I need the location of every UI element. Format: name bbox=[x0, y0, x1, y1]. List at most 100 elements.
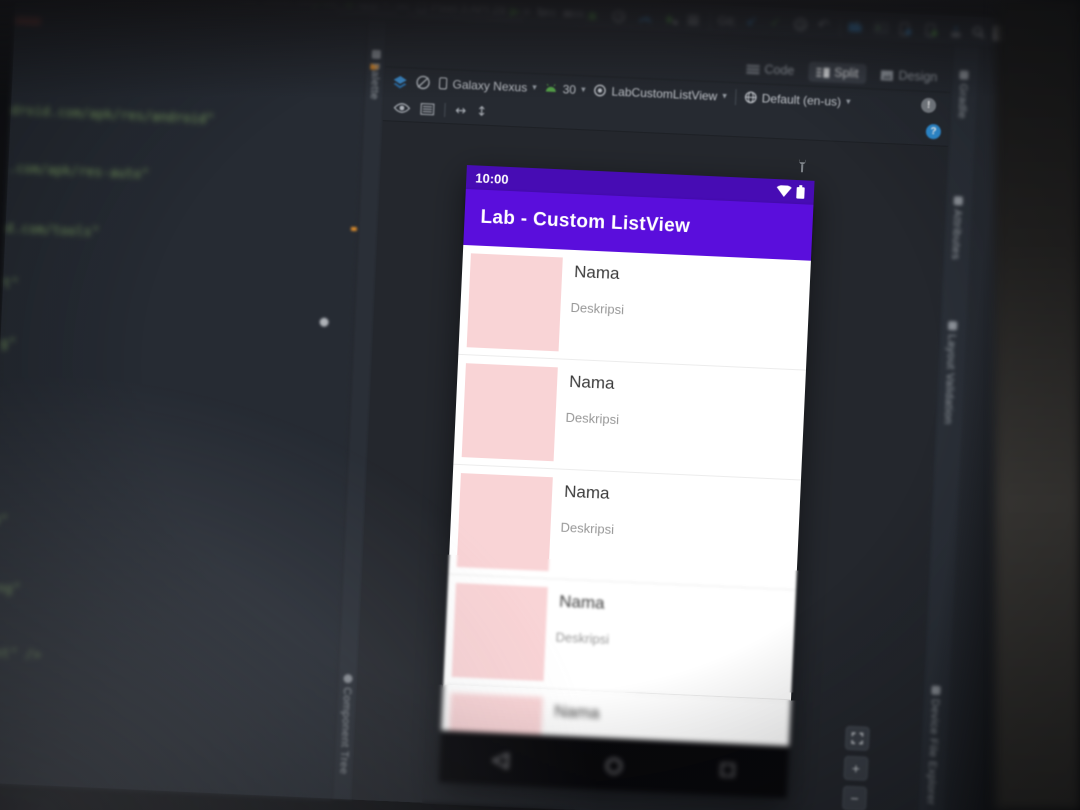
scrollbar-warning-mark bbox=[350, 226, 357, 232]
layout-preview-phone[interactable]: 10:00 Lab - Custom ListView Nama Deskrip… bbox=[438, 165, 815, 799]
chevron-down-icon: ▾ bbox=[382, 0, 388, 10]
run-button[interactable]: ▶ bbox=[509, 0, 521, 23]
chevron-down-icon: ▾ bbox=[580, 84, 586, 95]
apply-code-changes-icon[interactable]: ≡ bbox=[561, 1, 574, 25]
resize-vertical-icon[interactable]: ↕ bbox=[476, 104, 488, 119]
code-line: p" bbox=[0, 512, 9, 529]
tab-design[interactable]: Design bbox=[872, 64, 946, 87]
code-line: .com/apk/res-auto" bbox=[7, 161, 150, 183]
profile-avatar[interactable] bbox=[993, 21, 1010, 46]
device-dropdown[interactable]: Galaxy Nexus ▾ bbox=[438, 76, 537, 94]
tab-split-label: Split bbox=[833, 65, 859, 81]
project-structure-button[interactable] bbox=[847, 14, 863, 39]
editor-error-badge bbox=[14, 15, 42, 26]
api-level-label: 30 bbox=[562, 81, 577, 97]
code-editor[interactable]: droid.com/apk/res/android" .com/apk/res-… bbox=[0, 3, 368, 799]
code-line: ing" bbox=[0, 580, 21, 598]
git-update-button[interactable]: ↙ bbox=[745, 10, 758, 35]
item-thumbnail bbox=[451, 582, 548, 682]
running-devices-button[interactable] bbox=[925, 18, 938, 43]
code-tab-icon bbox=[746, 64, 760, 74]
help-badge[interactable]: ? bbox=[925, 123, 942, 140]
preview-listview: Nama Deskripsi Nama Deskripsi Nama Deskr… bbox=[441, 244, 811, 747]
locale-label: Default (en-us) bbox=[761, 90, 842, 109]
item-description: Deskripsi bbox=[560, 519, 615, 538]
item-thumbnail bbox=[466, 253, 563, 352]
toolbar-separator bbox=[839, 16, 842, 35]
theme-dropdown[interactable]: LabCustomListView ▾ bbox=[593, 83, 727, 103]
render-wrench-icon[interactable] bbox=[797, 158, 808, 174]
tab-code[interactable]: Code bbox=[738, 58, 803, 81]
view-options-eye-icon[interactable] bbox=[393, 102, 411, 115]
search-everywhere-button[interactable] bbox=[971, 20, 986, 45]
list-item: Nama Deskripsi bbox=[453, 354, 806, 481]
attach-debugger-button[interactable] bbox=[663, 6, 678, 31]
theme-label: LabCustomListView bbox=[611, 84, 718, 103]
item-description: Deskripsi bbox=[555, 629, 610, 647]
list-view-icon[interactable] bbox=[420, 103, 435, 116]
zoom-to-fit-button[interactable] bbox=[844, 725, 870, 751]
debug-button[interactable] bbox=[585, 2, 599, 27]
git-history-button[interactable] bbox=[793, 12, 808, 37]
tool-window-device-file-explorer[interactable]: Device File Explorer bbox=[924, 685, 941, 805]
target-device-dropdown[interactable]: Pixel 3 API 28 ▾ bbox=[407, 0, 525, 22]
surface-layers-icon[interactable] bbox=[392, 74, 408, 89]
tool-window-component-tree[interactable]: Component Tree bbox=[337, 673, 354, 775]
tab-design-label: Design bbox=[898, 68, 938, 85]
list-item: Nama Deskripsi bbox=[448, 464, 801, 591]
tab-split[interactable]: Split bbox=[807, 61, 867, 85]
profiler-gc-icon[interactable] bbox=[611, 3, 626, 28]
stop-button[interactable] bbox=[687, 7, 700, 31]
git-rollback-button[interactable]: ↶ bbox=[817, 13, 830, 38]
item-name: Nama bbox=[573, 262, 620, 284]
globe-icon bbox=[744, 91, 757, 104]
palette-icon bbox=[371, 49, 381, 59]
run-configuration-dropdown[interactable]: app ▾ bbox=[335, 0, 398, 16]
chevron-down-icon: ▾ bbox=[531, 82, 537, 93]
build-hammer-icon[interactable] bbox=[312, 0, 328, 15]
device-file-explorer-icon bbox=[930, 685, 941, 696]
apply-changes-icon[interactable]: ↻ bbox=[535, 0, 548, 25]
code-line: t" bbox=[2, 276, 20, 292]
item-name: Nama bbox=[563, 481, 610, 503]
device-dropdown-label: Galaxy Nexus bbox=[452, 76, 528, 95]
orientation-icon[interactable] bbox=[415, 75, 431, 91]
toolbar-separator bbox=[709, 10, 712, 29]
design-canvas[interactable]: 10:00 Lab - Custom ListView Nama Deskrip… bbox=[352, 120, 949, 810]
tab-code-label: Code bbox=[764, 62, 795, 78]
git-label: Git: bbox=[717, 13, 737, 29]
zoom-out-button[interactable]: − bbox=[842, 785, 868, 810]
tool-window-layout-validation[interactable]: Layout Validation bbox=[942, 321, 959, 425]
code-line: ent" /> bbox=[0, 645, 42, 664]
api-level-dropdown[interactable]: 30 ▾ bbox=[544, 81, 586, 97]
device-manager-button[interactable] bbox=[899, 17, 912, 42]
sdk-manager-button[interactable] bbox=[949, 19, 963, 44]
phone-icon bbox=[438, 77, 448, 90]
item-description: Deskripsi bbox=[570, 299, 625, 318]
list-item: Nama Deskripsi bbox=[458, 244, 811, 371]
item-thumbnail bbox=[456, 473, 553, 572]
git-commit-button[interactable]: ✓ bbox=[769, 11, 782, 36]
tool-window-attributes[interactable]: Attributes bbox=[949, 196, 964, 260]
chevron-down-icon: ▾ bbox=[845, 96, 851, 107]
canvas-zoom-controls: + − bbox=[842, 725, 870, 810]
terminal-button[interactable] bbox=[873, 15, 889, 40]
run-configuration-label: app bbox=[357, 0, 379, 11]
app-module-icon bbox=[344, 0, 354, 7]
layout-validation-icon bbox=[947, 321, 957, 331]
code-line: g" bbox=[0, 336, 17, 352]
component-tree-icon bbox=[342, 673, 353, 684]
design-pane: Code Split Design Galaxy Nexus ▾ 30 ▾ La… bbox=[352, 20, 953, 810]
tool-window-gradle[interactable]: Gradle bbox=[956, 70, 970, 119]
design-tab-icon bbox=[880, 69, 894, 81]
toolbar-separator bbox=[444, 102, 446, 117]
wifi-icon bbox=[776, 185, 792, 197]
profile-app-button[interactable] bbox=[637, 5, 653, 30]
tool-window-palette[interactable]: Palette bbox=[368, 49, 382, 100]
chevron-down-icon: ▾ bbox=[722, 91, 728, 102]
resize-horizontal-icon[interactable]: ↔ bbox=[455, 103, 467, 118]
nav-back-icon: ◁ bbox=[491, 746, 509, 772]
zoom-in-button[interactable]: + bbox=[843, 755, 869, 781]
locale-dropdown[interactable]: Default (en-us) ▾ bbox=[743, 90, 851, 109]
render-issues-badge[interactable]: ! bbox=[920, 97, 937, 114]
